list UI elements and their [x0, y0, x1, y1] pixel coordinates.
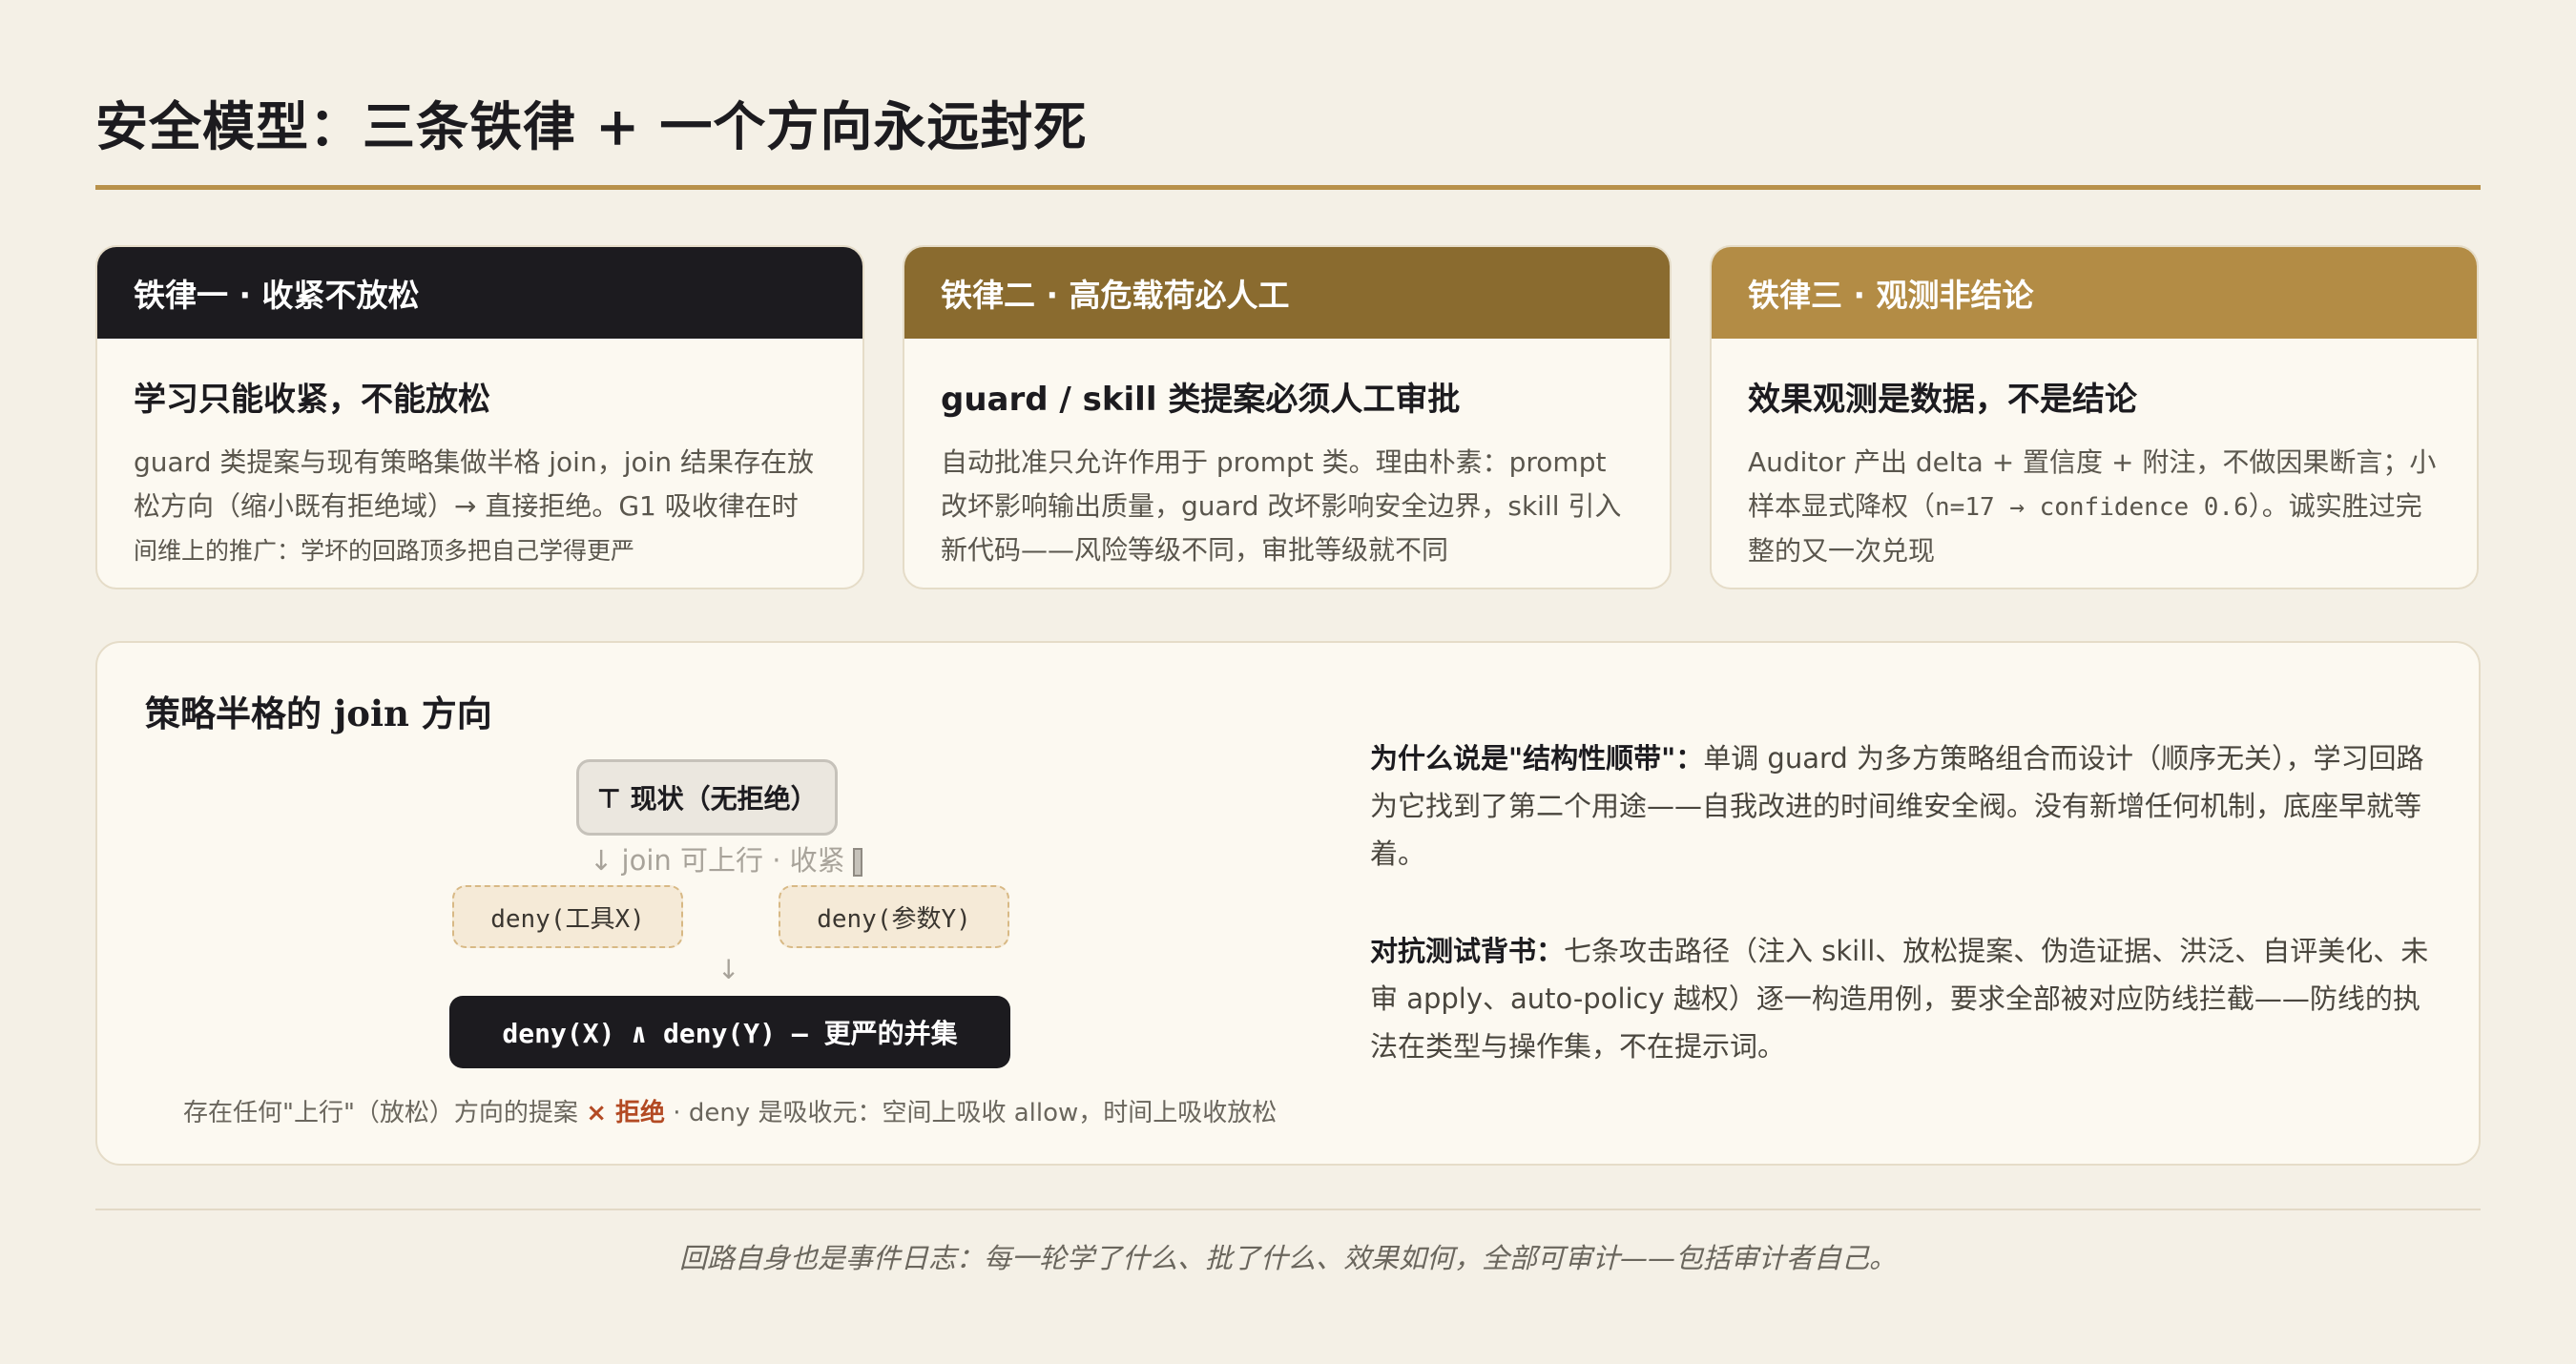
caption-pre: 存在任何"上行"（放松）方向的提案 — [183, 1099, 578, 1127]
diagram-node-bottom: deny(X) ∧ deny(Y) — 更严的并集 — [449, 996, 1010, 1068]
rule-card-3-text: Auditor 产出 delta + 置信度 + 附注，不做因果断言；小 样本显… — [1748, 441, 2441, 573]
rule-card-1-line-3: 间维上的推广：学坏的回路顶多把自己学得更严 — [134, 537, 635, 565]
panel-title: 策略半格的 join 方向 — [145, 692, 492, 734]
rule-card-3-line-3: 整的又一次兑现 — [1748, 535, 1936, 567]
diagram-node-top: ⊤ 现状（无拒绝） — [576, 759, 838, 836]
rule-card-3-line-2-post: ）。诚实胜过完 — [2248, 490, 2422, 522]
rule-card-2-line-2: 改坏影响输出质量，guard 改坏影响安全边界，skill 引入 — [941, 490, 1622, 522]
rule-card-1-line-2: 松方向（缩小既有拒绝域）→ 直接拒绝。G1 吸收律在时 — [134, 490, 799, 522]
adversarial-test-paragraph: 对抗测试背书：七条攻击路径（注入 skill、放松提案、伪造证据、洪泛、自评美化… — [1370, 927, 2439, 1070]
diagram-caption: 存在任何"上行"（放松）方向的提案 × 拒绝 · deny 是吸收元：空间上吸收… — [183, 1093, 1277, 1128]
rule-card-1-subtitle: 学习只能收紧，不能放松 — [134, 381, 490, 419]
rule-card-2-line-3: 新代码——风险等级不同，审批等级就不同 — [941, 534, 1449, 566]
edge-label-text: ↓ join 可上行 · 收紧 — [590, 844, 845, 877]
rule-card-3: 铁律三 · 观测非结论 效果观测是数据，不是结论 Auditor 产出 delt… — [1710, 245, 2479, 589]
structural-bonus-paragraph: 为什么说是"结构性顺带"：单调 guard 为多方策略组合而设计（顺序无关），学… — [1370, 734, 2439, 878]
rule-card-2-line-1: 自动批准只允许作用于 prompt 类。理由朴素：prompt — [941, 446, 1607, 478]
rule-card-3-subtitle: 效果观测是数据，不是结论 — [1748, 381, 2137, 419]
rule-card-1-line-1: guard 类提案与现有策略集做半格 join，join 结果存在放 — [134, 446, 815, 478]
caption-post: · deny 是吸收元：空间上吸收 allow，时间上吸收放松 — [665, 1099, 1278, 1127]
rule-card-3-line-2-pre: 样本显式降权（ — [1748, 490, 1936, 522]
rule-card-1: 铁律一 · 收紧不放松 学习只能收紧，不能放松 guard 类提案与现有策略集做… — [95, 245, 864, 589]
title-divider — [95, 185, 2481, 190]
page-title: 安全模型：三条铁律 + 一个方向永远封死 — [95, 95, 1088, 157]
cursor-bar-icon — [852, 848, 862, 877]
diagram-node-deny-x: deny(工具X) — [452, 885, 683, 948]
p1-heading: 为什么说是"结构性顺带"： — [1370, 742, 1704, 775]
diagram-node-deny-y: deny(参数Y) — [779, 885, 1009, 948]
rule-card-2-text: 自动批准只允许作用于 prompt 类。理由朴素：prompt 改坏影响输出质量… — [941, 441, 1633, 572]
reject-mark: × 拒绝 — [586, 1099, 666, 1127]
diagram-edge-label: ↓ join 可上行 · 收紧 — [590, 838, 862, 878]
footer-divider — [95, 1209, 2481, 1210]
down-arrow-icon: ↓ — [717, 954, 740, 985]
rule-card-1-header: 铁律一 · 收紧不放松 — [97, 247, 862, 339]
rule-card-3-header: 铁律三 · 观测非结论 — [1712, 247, 2477, 339]
footer-note: 回路自身也是事件日志：每一轮学了什么、批了什么、效果如何，全部可审计——包括审计… — [678, 1242, 1897, 1274]
confidence-code: n=17 → confidence 0.6 — [1935, 493, 2249, 522]
rule-card-3-line-1: Auditor 产出 delta + 置信度 + 附注，不做因果断言；小 — [1748, 446, 2437, 478]
p2-heading: 对抗测试背书： — [1370, 935, 1565, 967]
join-direction-panel: 策略半格的 join 方向 ⊤ 现状（无拒绝） ↓ join 可上行 · 收紧 … — [95, 641, 2481, 1166]
rule-card-2: 铁律二 · 高危载荷必人工 guard / skill 类提案必须人工审批 自动… — [903, 245, 1672, 589]
rule-card-2-subtitle: guard / skill 类提案必须人工审批 — [941, 381, 1461, 419]
rule-card-2-header: 铁律二 · 高危载荷必人工 — [904, 247, 1670, 339]
rule-card-1-text: guard 类提案与现有策略集做半格 join，join 结果存在放 松方向（缩… — [134, 441, 826, 573]
